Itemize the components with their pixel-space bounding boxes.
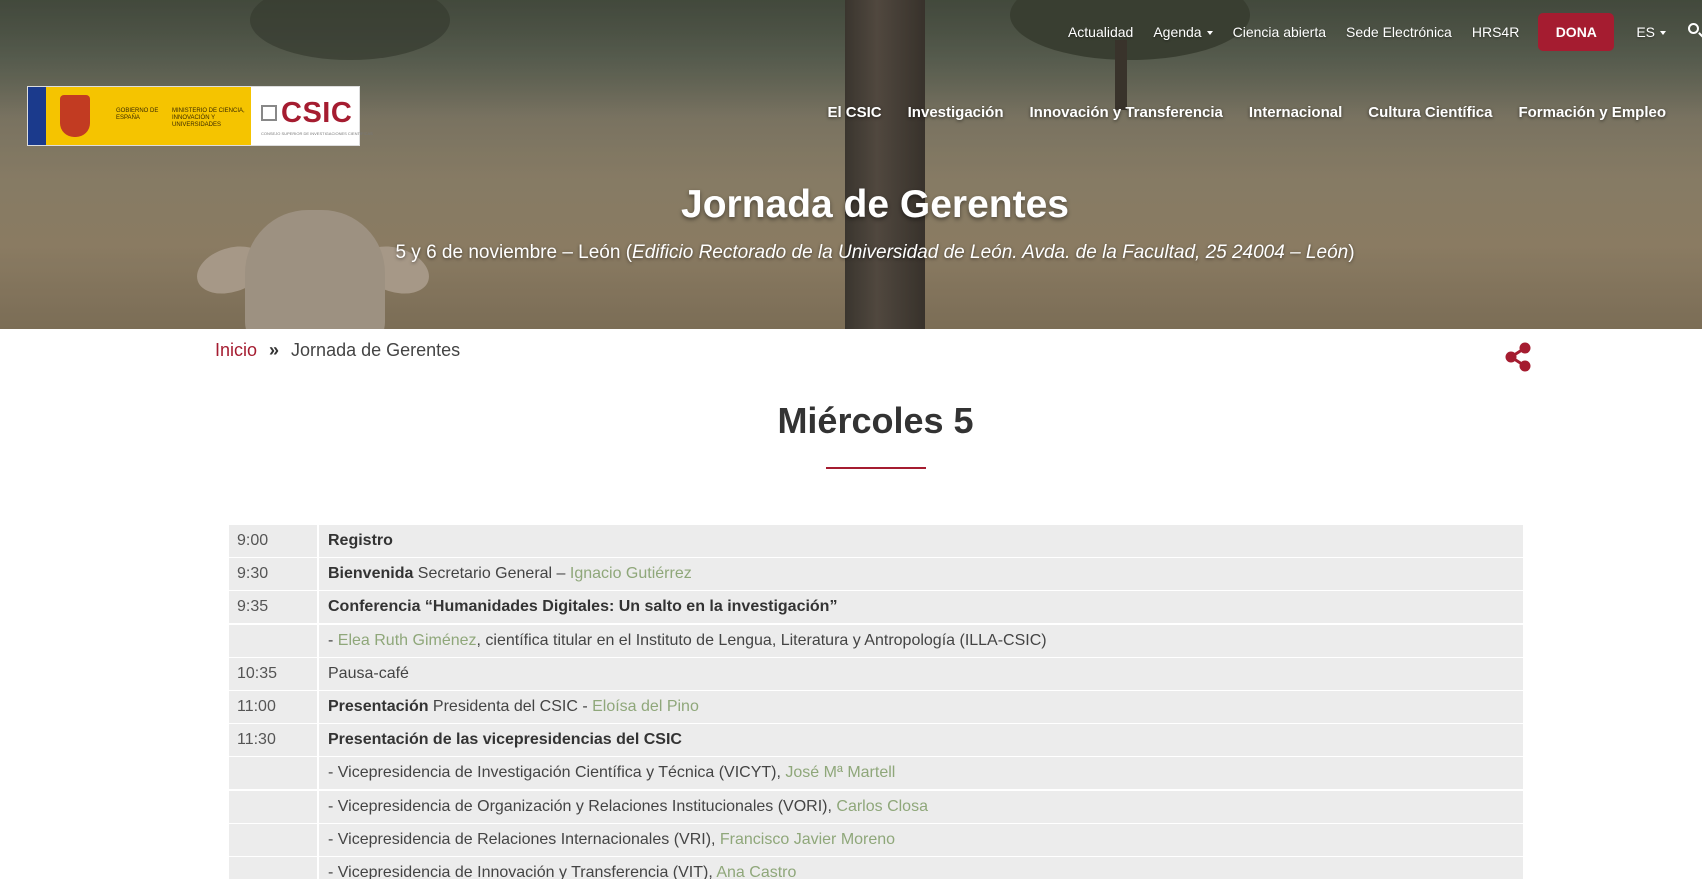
speaker-link[interactable]: Elea Ruth Giménez bbox=[338, 632, 477, 649]
day-heading: Miércoles 5 bbox=[777, 400, 974, 441]
nav-hrs4r[interactable]: HRS4R bbox=[1472, 24, 1519, 40]
agenda-item: - Vicepresidencia de Organización y Rela… bbox=[319, 790, 1523, 823]
agenda-item: Registro bbox=[319, 525, 1523, 557]
breadcrumb-current: Jornada de Gerentes bbox=[291, 340, 461, 360]
ministry-text: MINISTERIO DE CIENCIA, INNOVACIÓN Y UNIV… bbox=[172, 108, 245, 128]
coat-of-arms-icon bbox=[60, 95, 90, 137]
nav-agenda-label: Agenda bbox=[1153, 24, 1202, 40]
agenda-item: Conferencia “Humanidades Digitales: Un s… bbox=[319, 591, 1523, 624]
agenda-item: - Vicepresidencia de Innovación y Transf… bbox=[319, 856, 1523, 879]
agenda-item-title: Presentación de las vicepresidencias del… bbox=[328, 731, 682, 749]
agenda-item-text: - Vicepresidencia de Organización y Rela… bbox=[328, 797, 837, 815]
speaker-link[interactable]: Carlos Closa bbox=[836, 798, 928, 815]
utility-nav: Actualidad Agenda Ciencia abierta Sede E… bbox=[1068, 13, 1702, 51]
table-row: 9:30 Bienvenida Secretario General – Ign… bbox=[229, 558, 1523, 591]
site-logo[interactable]: GOBIERNO DE ESPAÑA MINISTERIO DE CIENCIA… bbox=[27, 86, 373, 146]
nav-ciencia-abierta[interactable]: Ciencia abierta bbox=[1233, 24, 1326, 40]
table-row: 10:35 Pausa-café bbox=[229, 657, 1523, 690]
agenda-time: 11:00 bbox=[229, 690, 317, 723]
table-row: - Vicepresidencia de Innovación y Transf… bbox=[229, 856, 1523, 879]
table-row: 9:35 Conferencia “Humanidades Digitales:… bbox=[229, 591, 1523, 624]
hero-banner: Jornada de Gerentes 5 y 6 de noviembre –… bbox=[0, 0, 1702, 329]
share-icon[interactable] bbox=[1502, 341, 1534, 373]
agenda-time bbox=[229, 823, 317, 856]
event-subtitle: 5 y 6 de noviembre – León (Edificio Rect… bbox=[0, 242, 1702, 264]
csic-wordmark: CSIC bbox=[281, 97, 353, 129]
table-row: - Vicepresidencia de Investigación Cient… bbox=[229, 757, 1523, 790]
table-row: 9:00 Registro bbox=[229, 525, 1523, 557]
agenda-item-text: - bbox=[328, 631, 338, 649]
chevron-down-icon bbox=[1206, 31, 1213, 36]
nav-cultura-cientifica[interactable]: Cultura Científica bbox=[1368, 104, 1492, 121]
csic-emblem-icon bbox=[261, 105, 277, 121]
speaker-link[interactable]: Francisco Javier Moreno bbox=[720, 831, 895, 848]
table-row: - Vicepresidencia de Organización y Rela… bbox=[229, 790, 1523, 823]
event-paren: ) bbox=[1348, 242, 1355, 263]
agenda-item-title: Conferencia “Humanidades Digitales: Un s… bbox=[328, 598, 838, 616]
csic-subtitle: CONSEJO SUPERIOR DE INVESTIGACIONES CIEN… bbox=[261, 131, 373, 136]
agenda-item-title: Presentación bbox=[328, 697, 429, 715]
government-text: GOBIERNO DE ESPAÑA bbox=[116, 108, 159, 121]
agenda-item: Pausa-café bbox=[319, 657, 1523, 690]
agenda-item-text: - Vicepresidencia de Innovación y Transf… bbox=[328, 863, 717, 879]
agenda-item-text: Presidenta del CSIC - bbox=[428, 697, 593, 715]
speaker-link[interactable]: Eloísa del Pino bbox=[592, 698, 699, 715]
eu-flag-strip bbox=[28, 87, 46, 145]
agenda-time bbox=[229, 790, 317, 823]
table-row: 11:00 Presentación Presidenta del CSIC -… bbox=[229, 690, 1523, 723]
chevron-down-icon bbox=[1660, 31, 1666, 36]
nav-internacional[interactable]: Internacional bbox=[1249, 104, 1342, 121]
speaker-link[interactable]: Ignacio Gutiérrez bbox=[570, 565, 692, 582]
speaker-link[interactable]: José Mª Martell bbox=[785, 764, 895, 781]
agenda-item-title: Registro bbox=[328, 532, 393, 549]
breadcrumb-separator: » bbox=[269, 340, 280, 360]
agenda-item: Presentación de las vicepresidencias del… bbox=[319, 724, 1523, 757]
main-nav: El CSIC Investigación Innovación y Trans… bbox=[801, 104, 1666, 121]
agenda-time: 11:30 bbox=[229, 724, 317, 757]
search-icon[interactable] bbox=[1686, 21, 1702, 43]
agenda-time bbox=[229, 624, 317, 657]
agenda-item-text: , científica titular en el Instituto de … bbox=[476, 631, 1047, 649]
agenda-item-text: Pausa-café bbox=[328, 664, 409, 682]
agenda-time bbox=[229, 856, 317, 879]
breadcrumb: Inicio » Jornada de Gerentes bbox=[215, 340, 460, 361]
table-row: - Elea Ruth Giménez, científica titular … bbox=[229, 624, 1523, 657]
event-venue: Edificio Rectorado de la Universidad de … bbox=[632, 242, 1349, 263]
agenda-item: - Vicepresidencia de Investigación Cient… bbox=[319, 757, 1523, 790]
agenda-item-text: - Vicepresidencia de Investigación Cient… bbox=[328, 764, 786, 782]
agenda-time bbox=[229, 757, 317, 790]
agenda-item: - Vicepresidencia de Relaciones Internac… bbox=[319, 823, 1523, 856]
language-selector[interactable]: ES bbox=[1636, 24, 1666, 40]
agenda-table: 9:00 Registro 9:30 Bienvenida Secretario… bbox=[229, 525, 1523, 879]
agenda-item-text: - Vicepresidencia de Relaciones Internac… bbox=[328, 830, 720, 848]
agenda-time: 9:30 bbox=[229, 558, 317, 591]
agenda-item-title: Bienvenida bbox=[328, 565, 414, 583]
nav-sede-electronica[interactable]: Sede Electrónica bbox=[1346, 24, 1452, 40]
nav-actualidad[interactable]: Actualidad bbox=[1068, 24, 1133, 40]
agenda-item: Bienvenida Secretario General – Ignacio … bbox=[319, 558, 1523, 591]
csic-logo: CSIC CONSEJO SUPERIOR DE INVESTIGACIONES… bbox=[251, 87, 373, 145]
nav-investigacion[interactable]: Investigación bbox=[908, 104, 1004, 121]
speaker-link[interactable]: Ana Castro bbox=[716, 864, 796, 879]
agenda-item: - Elea Ruth Giménez, científica titular … bbox=[319, 624, 1523, 657]
breadcrumb-home[interactable]: Inicio bbox=[215, 340, 257, 361]
heading-divider bbox=[826, 467, 926, 469]
agenda-time: 10:35 bbox=[229, 657, 317, 690]
table-row: - Vicepresidencia de Relaciones Internac… bbox=[229, 823, 1523, 856]
table-row: 11:30 Presentación de las vicepresidenci… bbox=[229, 724, 1523, 757]
nav-innovacion[interactable]: Innovación y Transferencia bbox=[1030, 104, 1223, 121]
page-title: Jornada de Gerentes bbox=[681, 183, 1069, 226]
agenda-item-text: Secretario General – bbox=[413, 565, 570, 583]
event-date: 5 y 6 de noviembre – León ( bbox=[395, 242, 633, 263]
nav-formacion-empleo[interactable]: Formación y Empleo bbox=[1518, 104, 1666, 121]
government-logo: GOBIERNO DE ESPAÑA MINISTERIO DE CIENCIA… bbox=[46, 87, 251, 145]
hero-overlay bbox=[0, 0, 1702, 329]
agenda-time: 9:35 bbox=[229, 591, 317, 624]
donate-button[interactable]: DONA bbox=[1538, 13, 1615, 51]
agenda-time: 9:00 bbox=[229, 525, 317, 557]
agenda-item: Presentación Presidenta del CSIC - Eloís… bbox=[319, 690, 1523, 723]
nav-el-csic[interactable]: El CSIC bbox=[827, 104, 881, 121]
nav-agenda[interactable]: Agenda bbox=[1153, 24, 1213, 40]
language-label: ES bbox=[1636, 24, 1655, 40]
